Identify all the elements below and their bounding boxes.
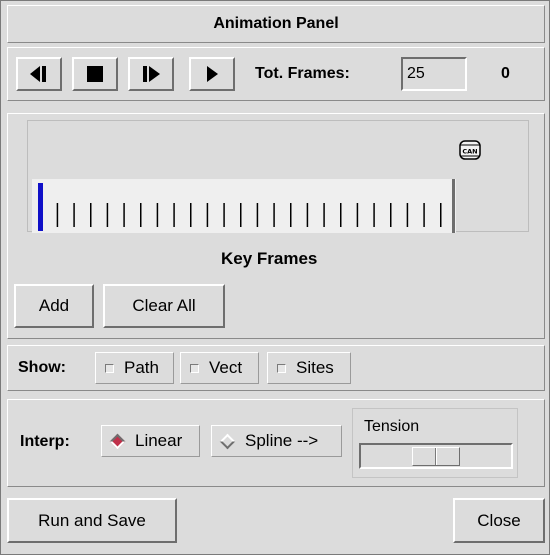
clear-all-button[interactable]: Clear All <box>103 284 225 328</box>
keyframe-timeline[interactable] <box>32 179 456 233</box>
spline-radio-label: Spline --> <box>245 431 319 450</box>
timeline-end-marker <box>452 179 455 233</box>
close-button[interactable]: Close <box>453 498 545 543</box>
sites-checkbox-label: Sites <box>296 358 334 377</box>
keyframe-tick <box>140 203 142 227</box>
keyframe-tick <box>406 203 409 227</box>
keyframe-tick <box>106 203 109 227</box>
svg-text:CAN: CAN <box>462 148 477 156</box>
keyframes-label: Key Frames <box>221 249 318 268</box>
can-icon[interactable]: CAN <box>457 137 483 163</box>
panel-title: Animation Panel <box>7 5 545 43</box>
keyframe-track[interactable] <box>32 179 456 233</box>
keyframe-tick <box>173 203 175 227</box>
keyframes-section: CAN Key Frames Add Clear All <box>7 113 545 339</box>
keyframe-tick <box>223 203 225 227</box>
keyframe-tick <box>423 203 425 227</box>
total-frames-input[interactable]: 25 <box>401 57 467 91</box>
keyframe-tick <box>373 203 375 227</box>
slider-grip <box>435 448 437 465</box>
path-checkbox[interactable]: Path <box>95 352 174 384</box>
keyframe-canvas: CAN <box>27 120 529 233</box>
tension-group: Tension <box>352 408 518 478</box>
stop-button[interactable] <box>72 57 118 91</box>
keyframe-tick <box>73 203 75 227</box>
keyframe-tick <box>256 203 259 227</box>
add-button[interactable]: Add <box>14 284 94 328</box>
vect-checkbox-box <box>190 363 199 373</box>
play-icon <box>207 66 218 82</box>
run-and-save-button[interactable]: Run and Save <box>7 498 177 543</box>
spline-radio[interactable]: Spline --> <box>211 425 342 457</box>
show-label: Show: <box>18 359 66 376</box>
linear-radio[interactable]: Linear <box>101 425 200 457</box>
spline-radio-indicator <box>219 433 236 449</box>
current-frame-readout: 0 <box>501 65 510 82</box>
vect-checkbox-label: Vect <box>209 358 243 377</box>
vect-checkbox[interactable]: Vect <box>180 352 259 384</box>
sites-checkbox[interactable]: Sites <box>267 352 351 384</box>
keyframe-tick <box>440 203 442 227</box>
step-forward-button[interactable] <box>128 57 174 91</box>
keyframe-tick <box>273 203 275 227</box>
tension-slider-trough[interactable] <box>359 443 513 469</box>
path-checkbox-label: Path <box>124 358 159 377</box>
keyframe-tick <box>290 203 292 227</box>
step-backward-button[interactable] <box>16 57 62 91</box>
tension-slider-thumb[interactable] <box>412 447 460 466</box>
play-button[interactable] <box>189 57 235 91</box>
keyframe-tick <box>90 203 92 227</box>
keyframe-tick <box>323 203 325 227</box>
total-frames-label: Tot. Frames: <box>255 65 350 82</box>
keyframe-tick <box>240 203 242 227</box>
stop-icon <box>87 66 103 82</box>
panel-title-text: Animation Panel <box>213 15 339 32</box>
keyframe-tick <box>206 203 209 227</box>
step-forward-icon <box>143 66 160 82</box>
path-checkbox-box <box>105 363 114 373</box>
keyframe-tick <box>190 203 192 227</box>
transport-bar: Tot. Frames: 25 0 <box>7 47 545 101</box>
sites-checkbox-box <box>277 363 286 373</box>
linear-radio-label: Linear <box>135 431 183 450</box>
keyframe-tick <box>356 203 359 227</box>
interp-section: Interp: Linear Spline --> Tension <box>7 399 545 487</box>
keyframe-tick <box>156 203 159 227</box>
current-frame-marker <box>38 183 43 231</box>
keyframe-tick <box>123 203 125 227</box>
keyframe-tick <box>390 203 392 227</box>
keyframe-tick <box>306 203 309 227</box>
keyframe-tick <box>56 203 59 227</box>
interp-label: Interp: <box>20 433 70 450</box>
show-section: Show: Path Vect Sites <box>7 345 545 391</box>
linear-radio-indicator <box>109 433 126 449</box>
tension-label: Tension <box>364 418 420 435</box>
keyframe-tick <box>340 203 342 227</box>
step-backward-icon <box>30 66 46 82</box>
animation-panel-window: Animation Panel Tot. Frames: 25 0 CAN Ke… <box>0 0 550 555</box>
